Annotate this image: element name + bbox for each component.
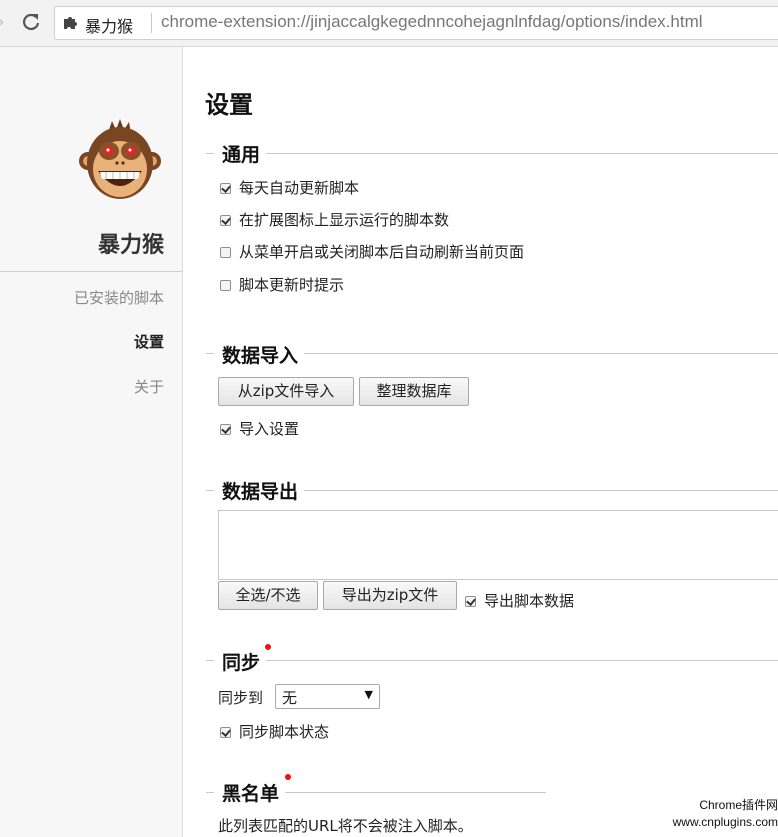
blacklist-description: 此列表匹配的URL将不会被注入脚本。: [218, 817, 473, 835]
url-separator: [151, 13, 152, 33]
vacuum-db-button[interactable]: 整理数据库: [359, 377, 469, 406]
section-title-sync: 同步: [214, 648, 267, 675]
address-bar[interactable]: 暴力猴 chrome-extension://jinjaccalgkegednn…: [54, 6, 778, 40]
sidebar-item-installed-scripts[interactable]: 已安装的脚本: [0, 287, 164, 308]
select-all-button[interactable]: 全选/不选: [218, 581, 318, 610]
page-title: 设置: [205, 91, 253, 119]
import-zip-button[interactable]: 从zip文件导入: [218, 377, 354, 406]
watermark-line: www.cnplugins.com: [672, 815, 778, 829]
sync-service-value: 无: [282, 689, 298, 707]
extension-puzzle-icon: [64, 17, 77, 29]
option-label: 导入设置: [239, 420, 300, 438]
sidebar-divider: [0, 271, 183, 272]
settings-panel: 设置 通用 每天自动更新脚本 在扩展图标上显示运行的脚本数 从菜单开启或关闭脚本…: [184, 47, 778, 837]
sidebar-item-about[interactable]: 关于: [0, 376, 164, 397]
app-name: 暴力猴: [97, 233, 164, 258]
section-title-blacklist: 黑名单: [214, 779, 286, 806]
violentmonkey-logo-icon: [79, 119, 161, 199]
site-name: 暴力猴: [85, 17, 134, 36]
checkbox[interactable]: [220, 215, 231, 226]
option-label: 从菜单开启或关闭脚本后自动刷新当前页面: [239, 243, 525, 261]
browser-toolbar: › 暴力猴 chrome-extension://jinjaccalgkeged…: [0, 0, 778, 47]
section-title-import: 数据导入: [214, 341, 305, 368]
checkbox[interactable]: [220, 247, 231, 258]
option-label: 每天自动更新脚本: [239, 179, 360, 197]
option-export-data[interactable]: 导出脚本数据: [465, 590, 574, 612]
section-title-export: 数据导出: [214, 477, 305, 504]
option-notify-update[interactable]: 脚本更新时提示: [220, 274, 344, 296]
watermark-line: Chrome插件网: [699, 798, 778, 812]
option-show-badge[interactable]: 在扩展图标上显示运行的脚本数: [220, 209, 449, 231]
section-divider: [206, 153, 778, 154]
option-sync-status[interactable]: 同步脚本状态: [220, 721, 329, 743]
option-label: 导出脚本数据: [484, 592, 575, 610]
reload-icon[interactable]: [20, 10, 42, 34]
sync-service-select[interactable]: 无 ▼: [275, 684, 380, 709]
new-badge-dot: [265, 644, 271, 650]
checkbox[interactable]: [465, 596, 476, 607]
checkbox[interactable]: [220, 424, 231, 435]
option-label: 脚本更新时提示: [239, 276, 345, 294]
new-badge-dot: [285, 774, 291, 780]
section-title-general: 通用: [214, 140, 267, 167]
option-label: 在扩展图标上显示运行的脚本数: [239, 211, 450, 229]
watermark: Chrome插件网 www.cnplugins.com: [658, 797, 778, 831]
section-divider: [206, 660, 778, 661]
checkbox[interactable]: [220, 280, 231, 291]
dropdown-arrow-icon: ▼: [364, 688, 373, 701]
option-label: 同步脚本状态: [239, 723, 330, 741]
option-auto-update[interactable]: 每天自动更新脚本: [220, 177, 359, 199]
sidebar: 暴力猴 已安装的脚本 设置 关于: [0, 47, 183, 837]
checkbox[interactable]: [220, 183, 231, 194]
forward-arrow-icon[interactable]: ›: [0, 12, 8, 32]
option-import-settings[interactable]: 导入设置: [220, 418, 299, 440]
export-zip-button[interactable]: 导出为zip文件: [323, 581, 457, 610]
checkbox[interactable]: [220, 727, 231, 738]
sync-to-label: 同步到: [218, 689, 264, 707]
url-text[interactable]: chrome-extension://jinjaccalgkegednncohe…: [161, 12, 703, 32]
export-script-list[interactable]: [218, 510, 778, 580]
sidebar-item-settings[interactable]: 设置: [0, 331, 164, 352]
option-auto-reload[interactable]: 从菜单开启或关闭脚本后自动刷新当前页面: [220, 241, 524, 263]
